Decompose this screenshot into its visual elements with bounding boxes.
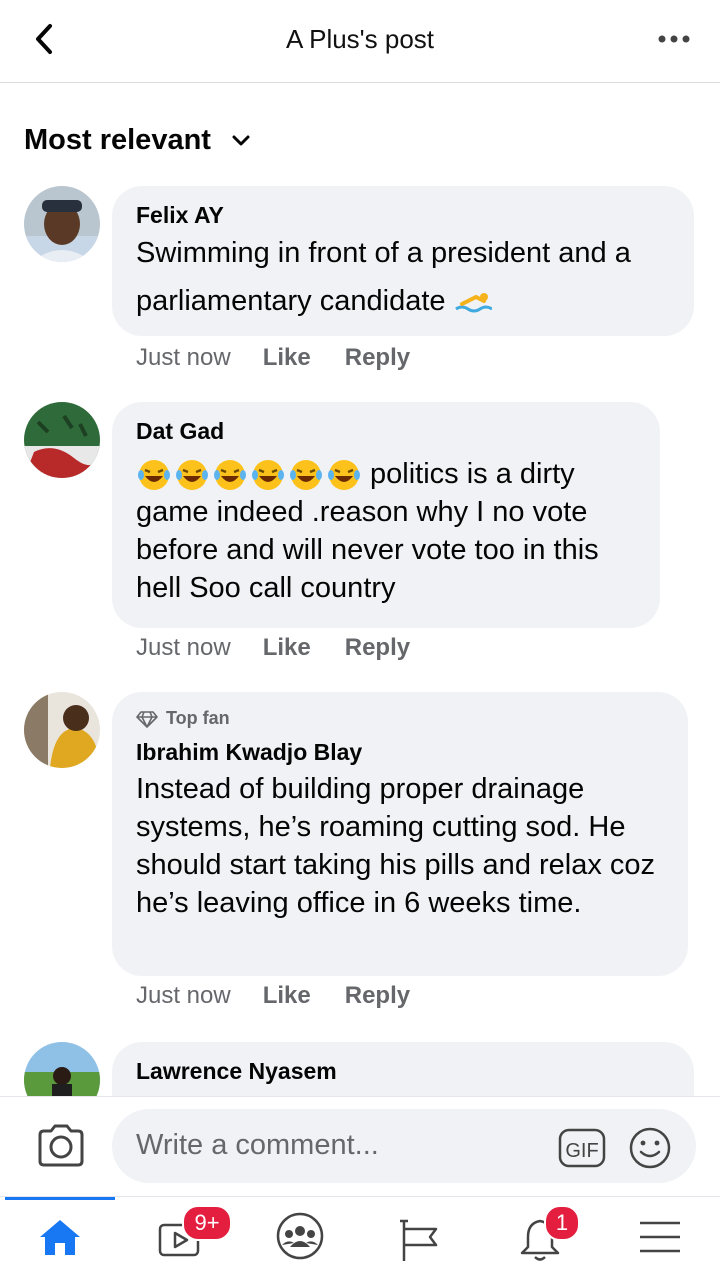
pages-flag-icon (400, 1219, 438, 1261)
comment-bubble[interactable]: Top fan Ibrahim Kwadjo Blay Instead of b… (112, 692, 688, 976)
avatar[interactable] (24, 1042, 100, 1096)
camera-icon (38, 1124, 84, 1167)
like-button[interactable]: Like (263, 634, 311, 662)
notifications-badge: 1 (544, 1205, 580, 1241)
like-button[interactable]: Like (263, 344, 311, 372)
comment-text-line: hell Soo call country (136, 572, 396, 604)
comment-actions: Just now Like Reply (136, 344, 444, 372)
laughing-tears-emoji-icon (176, 460, 208, 491)
laughing-tears-emoji-group (136, 458, 362, 492)
tab-video[interactable]: 9+ (120, 1197, 240, 1281)
comment-text-line: politics is a dirty (136, 455, 636, 493)
camera-button[interactable] (36, 1123, 86, 1169)
smiley-icon (629, 1127, 671, 1169)
home-icon (40, 1220, 80, 1255)
comment-text-line: before and will never vote too in this (136, 534, 599, 566)
bottom-tab-bar: 9+ 1 (0, 1196, 720, 1281)
avatar[interactable] (24, 402, 100, 478)
more-options-button[interactable] (652, 24, 696, 54)
comment-input[interactable]: Write a comment... GIF (112, 1109, 696, 1183)
diamond-icon (136, 710, 158, 728)
sort-label: Most relevant (24, 124, 211, 156)
video-notification-badge: 9+ (182, 1205, 232, 1241)
emoji-button[interactable] (628, 1126, 672, 1175)
laughing-tears-emoji-icon (252, 460, 284, 491)
page-title: A Plus's post (285, 24, 435, 54)
sort-dropdown[interactable]: Most relevant (24, 124, 251, 157)
comment-bubble[interactable]: Lawrence Nyasem (112, 1042, 694, 1096)
commenter-name[interactable]: Lawrence Nyasem (136, 1058, 670, 1085)
top-bar: A Plus's post (0, 0, 720, 83)
comment-actions: Just now Like Reply (136, 982, 444, 1010)
laughing-tears-emoji-icon (290, 460, 322, 491)
reply-button[interactable]: Reply (345, 634, 410, 662)
reply-button[interactable]: Reply (345, 344, 410, 372)
groups-icon (276, 1212, 324, 1260)
chevron-down-icon (232, 135, 250, 145)
comment-text-line: game indeed .reason why I no vote (136, 496, 588, 528)
commenter-name[interactable]: Felix AY (136, 202, 670, 229)
avatar[interactable] (24, 692, 100, 768)
like-button[interactable]: Like (263, 982, 311, 1010)
swimmer-emoji-icon (454, 293, 492, 313)
tab-notifications[interactable]: 1 (480, 1197, 600, 1281)
commenter-name: Dat Gad (136, 418, 225, 444)
active-tab-indicator (5, 1197, 115, 1200)
more-dots-icon (658, 35, 690, 43)
laughing-tears-emoji-icon (214, 460, 246, 491)
top-fan-badge: Top fan (136, 708, 664, 729)
laughing-tears-emoji-icon (328, 460, 360, 491)
menu-icon (640, 1221, 680, 1253)
avatar[interactable] (24, 186, 100, 262)
reply-button[interactable]: Reply (345, 982, 410, 1010)
comment-timestamp: Just now (136, 344, 231, 371)
tab-home[interactable] (0, 1197, 120, 1281)
svg-text:GIF: GIF (565, 1140, 598, 1162)
comment-bubble[interactable]: Dat Gad politics is a dirty game indeed … (112, 402, 660, 628)
laughing-tears-emoji-icon (138, 460, 170, 491)
comment-timestamp: Just now (136, 634, 231, 661)
comment-text: Instead of building proper drainage syst… (136, 773, 656, 919)
comment-text: Swimming in front of a president and a p… (136, 237, 631, 317)
comment-bubble[interactable]: Felix AY Swimming in front of a presiden… (112, 186, 694, 336)
tab-groups[interactable] (240, 1197, 360, 1281)
gif-icon: GIF (558, 1128, 606, 1168)
comment-actions: Just now Like Reply (136, 634, 444, 662)
tab-menu[interactable] (600, 1197, 720, 1281)
commenter-name[interactable]: Ibrahim Kwadjo Blay (136, 739, 664, 766)
comment-item: Lawrence Nyasem (0, 1042, 720, 1096)
tab-pages[interactable] (360, 1197, 480, 1281)
comment-input-placeholder: Write a comment... (136, 1129, 379, 1161)
comment-composer: Write a comment... GIF (0, 1096, 720, 1195)
comment-timestamp: Just now (136, 982, 231, 1009)
gif-button[interactable]: GIF (558, 1128, 606, 1173)
comment-text: politics is a dirty game indeed .reason … (136, 455, 636, 607)
